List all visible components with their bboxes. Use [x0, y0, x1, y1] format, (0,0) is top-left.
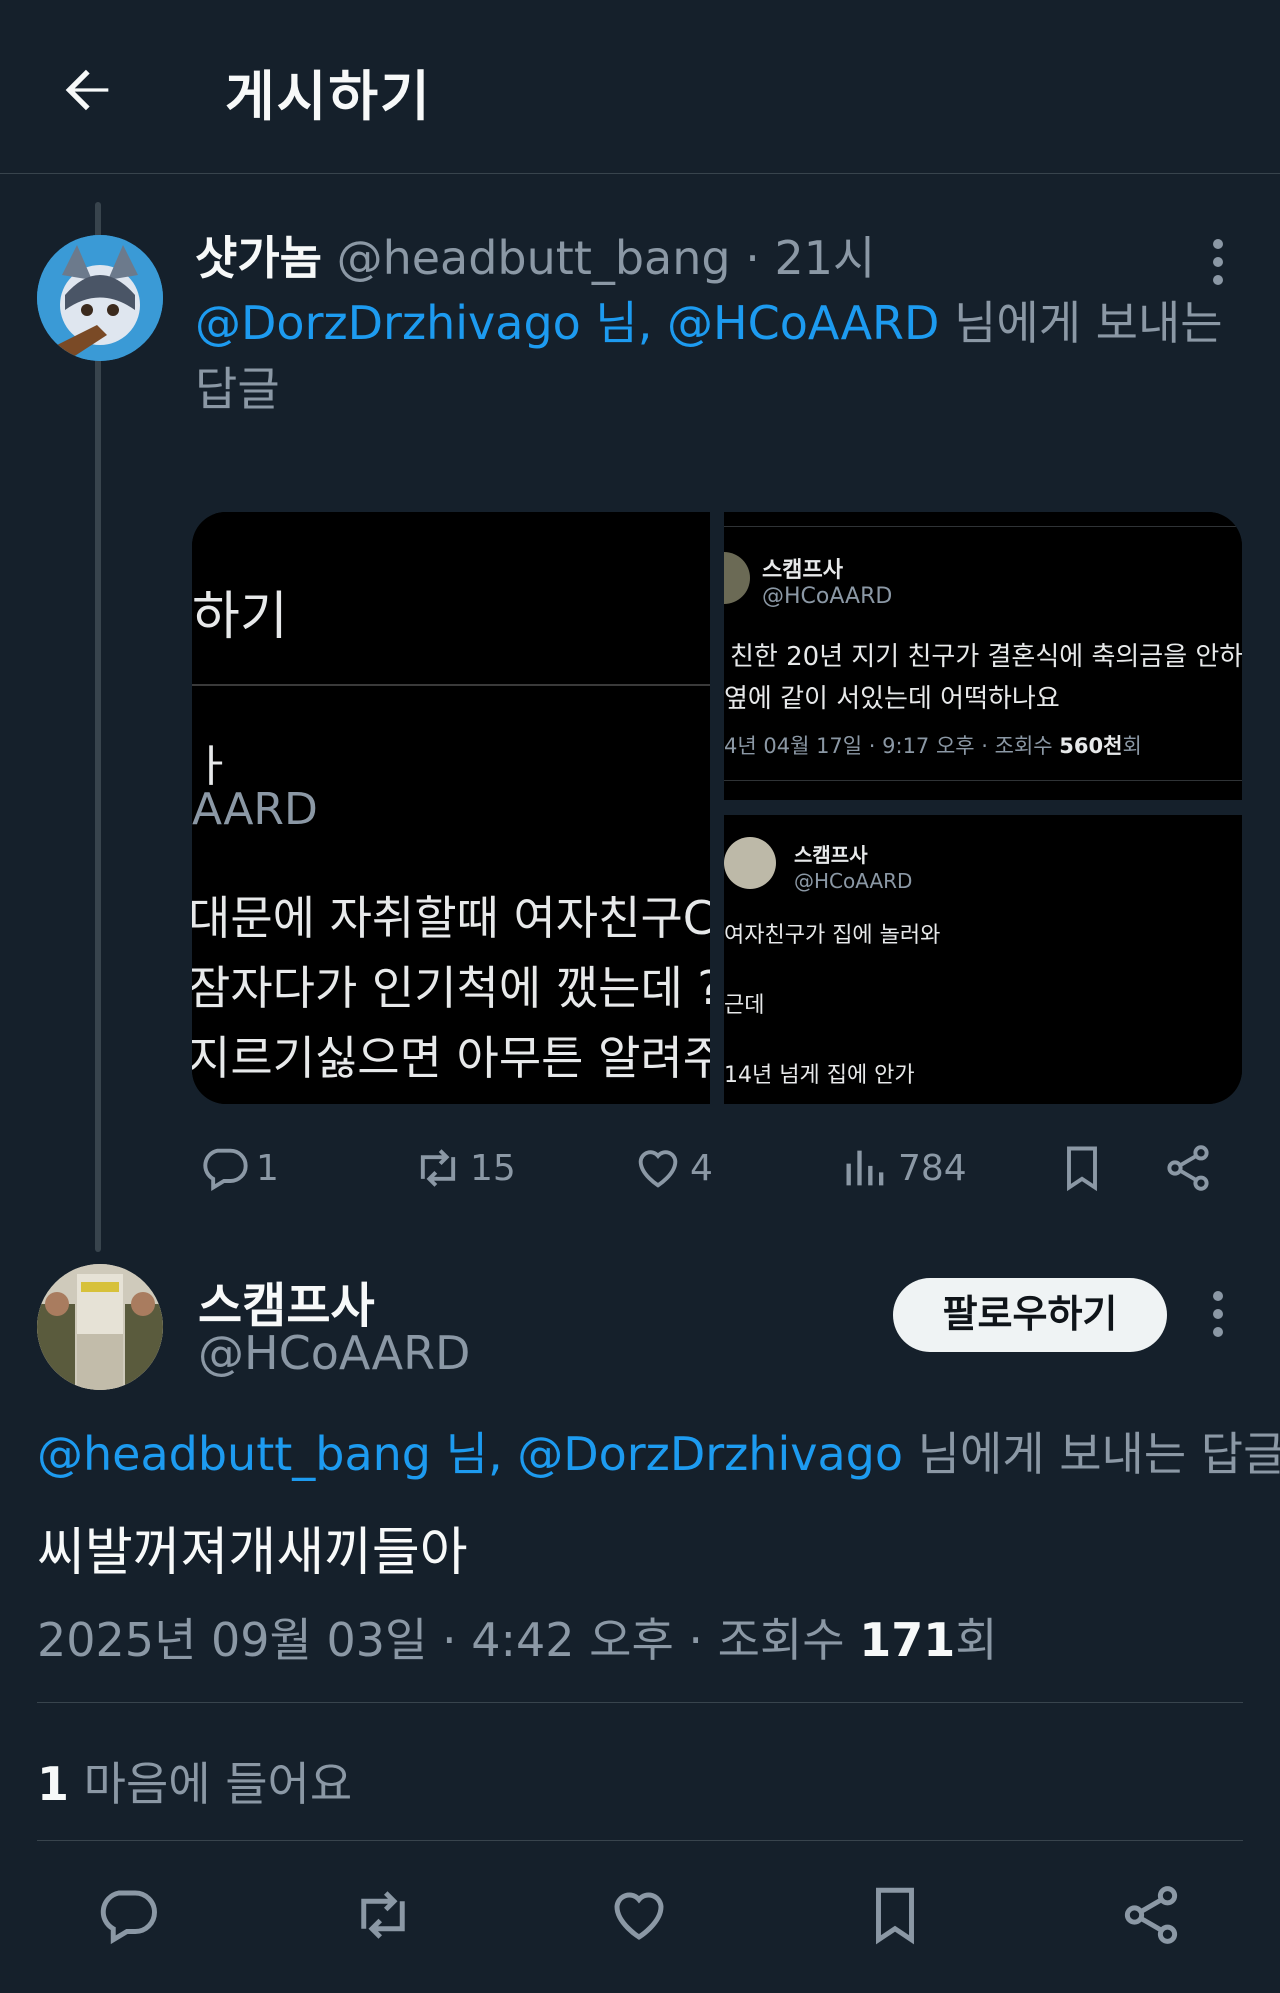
tweet-text: 씨발꺼져개새끼들아	[37, 1523, 468, 1583]
reply-suffix: 님에게 보내는 답글	[903, 1427, 1280, 1481]
media-text: 대문에 자취할때 여자친구C	[192, 891, 710, 945]
like-count: 1	[37, 1757, 70, 1811]
follow-button[interactable]: 팔로우하기	[893, 1278, 1167, 1352]
like-button[interactable]: 4	[632, 1140, 713, 1196]
media-text: 근데	[724, 993, 765, 1018]
media-gap	[724, 800, 1242, 815]
replying-to: @DorzDrzhivago 님, @HCoAARD 님에게 보내는 답글	[195, 290, 1235, 422]
reply-button[interactable]: 1	[198, 1140, 279, 1196]
media-gap	[710, 512, 724, 1104]
view-count: 171	[859, 1613, 956, 1667]
share-button[interactable]	[1162, 1140, 1214, 1196]
divider	[37, 1840, 1243, 1841]
media-meta: 4년 04월 17일 · 9:17 오후 · 조회수 560천회	[724, 734, 1142, 758]
reply-author-line: 샷가놈 @headbutt_bang · 21시	[195, 222, 875, 288]
media-text: 스캠프사	[762, 558, 843, 583]
avatar-illustration-icon	[37, 235, 163, 361]
media-divider	[192, 684, 710, 686]
heart-icon	[638, 1150, 678, 1188]
views-button[interactable]: 784	[840, 1140, 967, 1196]
retweet-button[interactable]: 15	[412, 1140, 516, 1196]
bookmark-button[interactable]	[1056, 1140, 1108, 1196]
like-count: 4	[690, 1147, 713, 1189]
handle[interactable]: @HCoAARD	[198, 1326, 470, 1380]
share-button[interactable]	[1118, 1882, 1184, 1948]
reply-count: 1	[256, 1147, 279, 1189]
reply-suffix-2: 답글	[195, 362, 280, 416]
handle[interactable]: @headbutt_bang	[337, 231, 731, 285]
page-title: 게시하기	[225, 65, 432, 128]
share-icon	[1124, 1886, 1178, 1944]
media-text: 지르기싫으면 아무튼 알려주	[192, 1031, 710, 1085]
media-image-right-top[interactable]: 스캠프사 @HCoAARD 친한 20년 지기 친구가 결혼식에 축의금을 안하…	[724, 512, 1242, 800]
mention-link[interactable]: @DorzDrzhivago	[517, 1427, 903, 1481]
retweet-count: 15	[470, 1147, 516, 1189]
mention-link[interactable]: @headbutt_bang 님,	[37, 1427, 503, 1481]
media-grid: 하기 ㅏ AARD 대문에 자취할때 여자친구C 잠자다가 인기척에 깼는데 ?…	[192, 512, 1242, 1104]
retweet-button[interactable]	[350, 1882, 416, 1948]
bookmark-icon	[1067, 1146, 1097, 1192]
media-divider	[724, 526, 1242, 527]
retweet-icon	[361, 1891, 405, 1939]
view-count: 784	[898, 1147, 967, 1189]
reply-button[interactable]	[94, 1882, 160, 1948]
display-name[interactable]: 샷가놈	[195, 231, 322, 285]
media-text: 14년 넘게 집에 안가	[724, 1063, 915, 1088]
reply-suffix: 님에게 보내는	[939, 296, 1223, 350]
media-text: 친한 20년 지기 친구가 결혼식에 축의금을 안하	[730, 642, 1242, 672]
more-options-icon[interactable]	[1200, 1284, 1236, 1344]
more-options-icon[interactable]	[1200, 232, 1236, 292]
divider	[37, 1702, 1243, 1703]
top-app-bar: 게시하기	[0, 0, 1280, 174]
analytics-icon	[846, 1150, 884, 1186]
media-image-left[interactable]: 하기 ㅏ AARD 대문에 자취할때 여자친구C 잠자다가 인기척에 깼는데 ?…	[192, 512, 710, 1104]
avatar	[724, 837, 776, 889]
likes-summary[interactable]: 1 마음에 들어요	[37, 1748, 352, 1814]
mention-link[interactable]: @HCoAARD	[667, 296, 939, 350]
avatar-photo-icon	[37, 1264, 163, 1390]
share-icon	[1167, 1145, 1209, 1191]
avatar	[724, 552, 750, 604]
replying-to: @headbutt_bang 님, @DorzDrzhivago 님에게 보내는…	[37, 1418, 1280, 1484]
media-text: 잠자다가 인기척에 깼는데 ?	[192, 961, 710, 1015]
media-text: 옆에 같이 서있는데 어떡하나요	[724, 684, 1060, 714]
media-text: @HCoAARD	[794, 869, 913, 893]
media-text: 하기	[192, 587, 288, 647]
like-button[interactable]	[606, 1882, 672, 1948]
media-text: 여자친구가 집에 놀러와	[724, 923, 941, 948]
media-text: @HCoAARD	[762, 584, 893, 609]
timestamp[interactable]: · 21시	[745, 231, 875, 285]
media-text: AARD	[192, 784, 318, 835]
avatar[interactable]	[37, 235, 163, 361]
heart-icon	[614, 1892, 664, 1940]
bookmark-button[interactable]	[862, 1882, 928, 1948]
bookmark-icon	[876, 1887, 914, 1945]
media-text: 스캠프사	[794, 843, 868, 867]
media-image-right-bottom[interactable]: 스캠프사 @HCoAARD 여자친구가 집에 놀러와 근데 14년 넘게 집에 …	[724, 815, 1242, 1104]
reply-icon	[203, 1148, 248, 1191]
reply-icon	[100, 1890, 157, 1945]
retweet-icon	[420, 1149, 456, 1187]
avatar[interactable]	[37, 1264, 163, 1390]
mention-link[interactable]: @DorzDrzhivago 님,	[195, 296, 652, 350]
media-divider	[724, 780, 1242, 781]
tweet-metadata: 2025년 09월 03일 · 4:42 오후 · 조회수 171회	[37, 1613, 998, 1667]
arrow-left-icon[interactable]	[55, 58, 119, 122]
